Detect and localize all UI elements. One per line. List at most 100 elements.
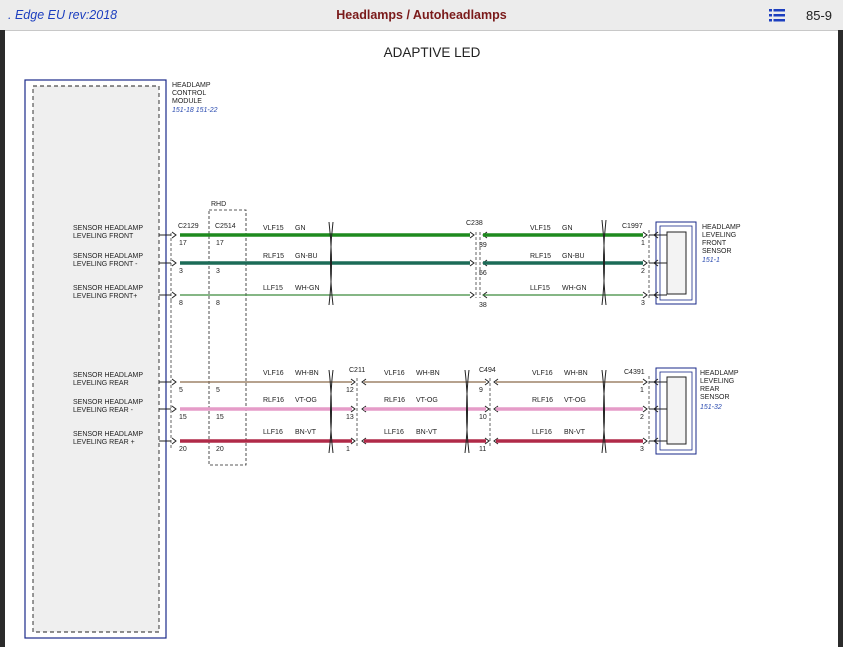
wire-color-code: WH-GN: [562, 285, 587, 292]
circuit-id: VLF16: [263, 370, 284, 377]
c2514-pin: 20: [216, 446, 224, 453]
connector-c2129: C2129: [178, 223, 199, 230]
wire-group: SENSOR HEADLAMPLEVELING FRONT17 17 39 1VLF1…: [73, 219, 667, 454]
c1997-pin: 2: [641, 268, 645, 275]
connector-c494: C494: [479, 367, 496, 374]
c2129-terminal: [171, 378, 177, 386]
c1997-terminal: [642, 259, 648, 267]
c2514-pin: 3: [216, 268, 220, 275]
rhd-label: RHD: [211, 201, 226, 208]
c1997-pin: 3: [641, 300, 645, 307]
front-sensor-inner: [666, 231, 687, 295]
module-box-inner: [32, 85, 160, 633]
c4391-terminal: [642, 437, 648, 445]
signal-label-line2: LEVELING FRONT+: [73, 293, 137, 300]
wire-color-code: VT-OG: [416, 397, 438, 404]
c2129-pin: 20: [179, 446, 187, 453]
c2129-pin: 17: [179, 240, 187, 247]
circuit-id: RLF15: [263, 253, 284, 260]
svg-text:LEVELING: LEVELING: [700, 378, 734, 385]
wire-color-code: GN: [295, 225, 306, 232]
signal-label-line2: LEVELING FRONT -: [73, 261, 138, 268]
signal-label-line1: SENSOR HEADLAMP: [73, 225, 143, 232]
c2514-pin: 17: [216, 240, 224, 247]
wire-color-code: VT-OG: [295, 397, 317, 404]
c2129-terminal: [171, 437, 177, 445]
signal-label-line2: LEVELING REAR -: [73, 407, 134, 414]
circuit-id: LLF16: [263, 429, 283, 436]
connector-c1997: C1997: [622, 223, 643, 230]
signal-label-line1: SENSOR HEADLAMP: [73, 285, 143, 292]
c2129-pin: 8: [179, 300, 183, 307]
connector-c211: C211: [349, 367, 365, 374]
circuit-id: VLF15: [263, 225, 284, 232]
front-sensor-ref: 151-1: [702, 257, 720, 264]
c2129-terminal: [171, 259, 177, 267]
c238-pin: 56: [479, 270, 487, 277]
svg-text:REAR: REAR: [700, 386, 719, 393]
circuit-id: VLF16: [532, 370, 553, 377]
wire-color-code: GN: [562, 225, 573, 232]
c1997-terminal: [642, 291, 648, 299]
c238-pin: 39: [479, 242, 487, 249]
circuit-id: RLF16: [384, 397, 405, 404]
c238-pin: 38: [479, 302, 487, 309]
svg-text:SENSOR: SENSOR: [700, 394, 730, 401]
c2129-terminal: [171, 405, 177, 413]
manual-page: . Edge EU rev:2018 Headlamps / Autoheadl…: [0, 0, 843, 647]
signal-label-line1: SENSOR HEADLAMP: [73, 372, 143, 379]
svg-text:MODULE: MODULE: [172, 98, 202, 105]
circuit-id: VLF15: [530, 225, 551, 232]
signal-label-line2: LEVELING REAR +: [73, 439, 135, 446]
circuit-id: VLF16: [384, 370, 405, 377]
svg-text:SENSOR: SENSOR: [702, 248, 732, 255]
c4391-terminal: [642, 378, 648, 386]
c2129-pin: 15: [179, 414, 187, 421]
svg-text:HEADLAMP: HEADLAMP: [172, 82, 211, 89]
circuit-id: RLF16: [263, 397, 284, 404]
rear-sensor-inner: [666, 376, 687, 445]
svg-text:FRONT: FRONT: [702, 240, 727, 247]
wire-color-code: GN-BU: [295, 253, 318, 260]
wire-color-code: WH-BN: [416, 370, 440, 377]
c494-pin: 11: [479, 446, 486, 453]
wire-color-code: BN-VT: [295, 429, 317, 436]
c211-pin: 1: [346, 446, 350, 453]
wire-color-code: WH-BN: [564, 370, 588, 377]
c2129-pin: 3: [179, 268, 183, 275]
c1997-pin: 1: [641, 240, 645, 247]
module-label: HEADLAMP CONTROL MODULE 151-18 151-22: [172, 82, 218, 114]
c4391-pin: 2: [640, 414, 644, 421]
circuit-id: LLF15: [530, 285, 550, 292]
front-sensor-label: HEADLAMP LEVELING FRONT SENSOR 151-1: [702, 224, 741, 264]
rear-sensor-ref: 151-32: [700, 404, 722, 411]
c494-pin: 10: [479, 414, 487, 421]
rhd-box: [208, 209, 247, 466]
c4391-pin: 1: [640, 387, 644, 394]
wire-color-code: VT-OG: [564, 397, 586, 404]
circuit-id: LLF15: [263, 285, 283, 292]
connector-c4391: C4391: [624, 369, 645, 376]
module-ref: 151-18 151-22: [172, 107, 218, 114]
rear-sensor-label: HEADLAMP LEVELING REAR SENSOR 151-32: [700, 370, 739, 411]
c494-pin: 9: [479, 387, 483, 394]
wire-color-code: BN-VT: [416, 429, 438, 436]
c4391-pin: 3: [640, 446, 644, 453]
c2129-pin: 5: [179, 387, 183, 394]
signal-label-line1: SENSOR HEADLAMP: [73, 253, 143, 260]
c2514-pin: 8: [216, 300, 220, 307]
c238-terminal-in: [469, 291, 475, 299]
c2514-pin: 15: [216, 414, 224, 421]
signal-label-line2: LEVELING REAR: [73, 380, 129, 387]
diagram-title: ADAPTIVE LED: [384, 45, 481, 60]
circuit-id: RLF15: [530, 253, 551, 260]
c2129-terminal: [171, 231, 177, 239]
wire-color-code: WH-GN: [295, 285, 320, 292]
c211-pin: 12: [346, 387, 354, 394]
wire-color-code: GN-BU: [562, 253, 585, 260]
signal-label-line2: LEVELING FRONT: [73, 233, 134, 240]
circuit-id: LLF16: [532, 429, 552, 436]
wire-color-code: BN-VT: [564, 429, 586, 436]
signal-label-line1: SENSOR HEADLAMP: [73, 399, 143, 406]
c2514-pin: 5: [216, 387, 220, 394]
